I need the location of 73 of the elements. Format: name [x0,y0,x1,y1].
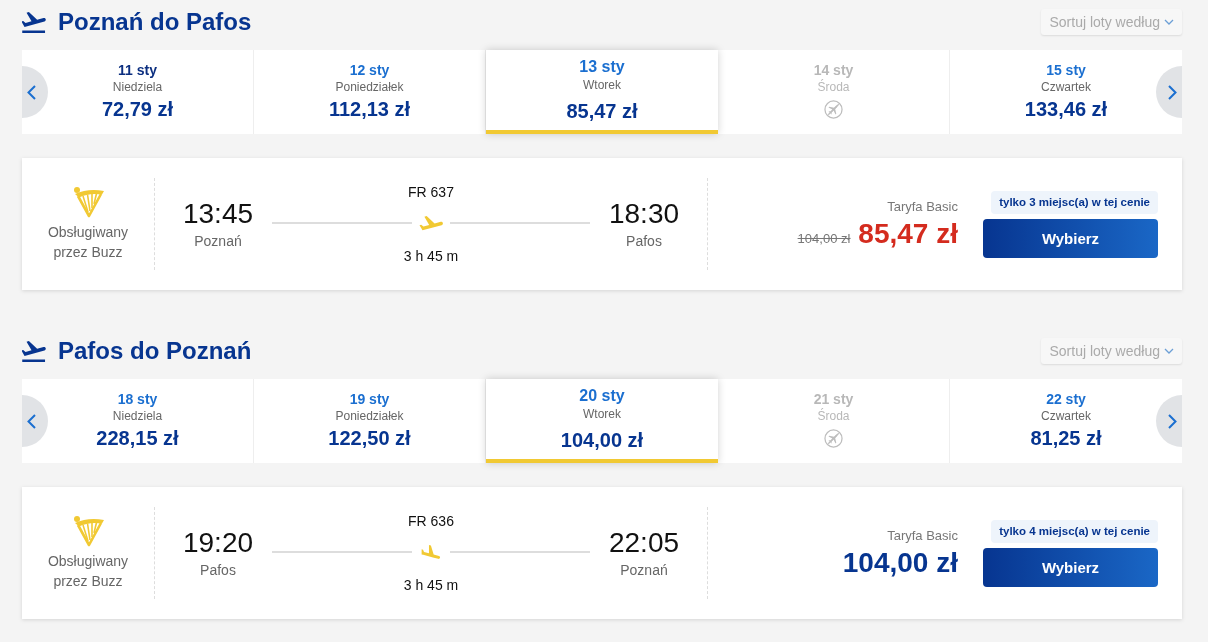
arrival-city: Pafos [626,232,662,250]
arrival-time: 22:05 [608,527,680,559]
tab-weekday: Środa [817,409,850,423]
tab-price: 81,25 zł [1030,427,1102,449]
flight-duration: 3 h 45 m [403,576,459,594]
plane-takeoff-icon [22,11,46,33]
tab-weekday: Poniedziałek [335,80,404,94]
chevron-right-icon [1168,413,1177,429]
no-flights-icon [824,429,843,448]
fare-name: Taryfa Basic [887,527,958,544]
date-tab[interactable]: 20 sty Wtorek 104,00 zł [486,379,718,463]
operator-text: Obsługiwany przez Buzz [46,223,130,262]
section-title: Pafos do Poznań [58,336,252,366]
flight-number: FR 637 [408,183,454,201]
tab-date: 21 sty [813,391,854,407]
tab-date: 19 sty [349,391,390,407]
chevron-right-icon [1168,84,1177,100]
harp-logo-icon [71,186,105,218]
tab-weekday: Poniedziałek [335,409,404,423]
next-dates-button[interactable] [1156,66,1182,118]
seats-left-badge: tylko 3 miejsc(a) w tej cenie [991,190,1158,214]
plane-icon [419,215,443,231]
tab-date: 20 sty [579,387,625,405]
tab-weekday: Niedziela [112,80,163,94]
tab-weekday: Środa [817,80,850,94]
flight-duration: 3 h 45 m [403,247,459,265]
tab-weekday: Wtorek [583,407,621,421]
tab-weekday: Czwartek [1041,409,1091,423]
plane-takeoff-icon [22,340,46,362]
tab-date: 15 sty [1046,62,1086,78]
departure-time: 19:20 [182,527,254,559]
previous-dates-button[interactable] [22,395,48,447]
chevron-left-icon [27,413,36,429]
tab-date: 11 sty [118,62,157,78]
fare-price: 85,47 zł [858,217,958,250]
tab-weekday: Czwartek [1041,80,1091,94]
tab-weekday: Niedziela [112,409,163,423]
tab-price: 104,00 zł [560,429,644,451]
tab-price: 122,50 zł [328,427,411,449]
tab-date: 12 sty [349,62,390,78]
fare-name: Taryfa Basic [887,198,958,215]
harp-logo-icon [71,515,105,547]
tab-date: 22 sty [1046,391,1086,407]
select-flight-button[interactable]: Wybierz [983,547,1158,587]
caret-down-icon [1164,348,1174,354]
previous-dates-button[interactable] [22,66,48,118]
flight-number: FR 636 [408,512,454,530]
tab-price: 133,46 zł [1024,98,1108,120]
departure-time: 13:45 [182,198,254,230]
date-tab[interactable]: 13 sty Wtorek 85,47 zł [486,50,718,134]
next-dates-button[interactable] [1156,395,1182,447]
tab-price: 228,15 zł [96,427,179,449]
caret-down-icon [1164,19,1174,25]
seats-left-badge: tylko 4 miejsc(a) w tej cenie [991,519,1158,543]
departure-city: Pafos [200,561,236,579]
tab-price: 85,47 zł [566,100,638,122]
old-price: 104,00 zł [797,230,851,246]
tab-price: 72,79 zł [101,98,174,120]
operator-text: Obsługiwany przez Buzz [46,552,130,591]
no-flights-icon [824,100,843,119]
tab-date: 18 sty [117,391,158,407]
select-flight-button[interactable]: Wybierz [983,218,1158,258]
tab-date: 13 sty [579,58,625,76]
fare-price: 104,00 zł [842,546,958,579]
tab-price: 112,13 zł [328,98,411,120]
section-title: Poznań do Pafos [58,7,252,37]
chevron-left-icon [27,84,36,100]
plane-icon [419,544,443,560]
departure-city: Poznań [194,232,242,250]
arrival-city: Poznań [620,561,668,579]
arrival-time: 18:30 [608,198,680,230]
tab-date: 14 sty [813,62,854,78]
tab-weekday: Wtorek [583,78,621,92]
